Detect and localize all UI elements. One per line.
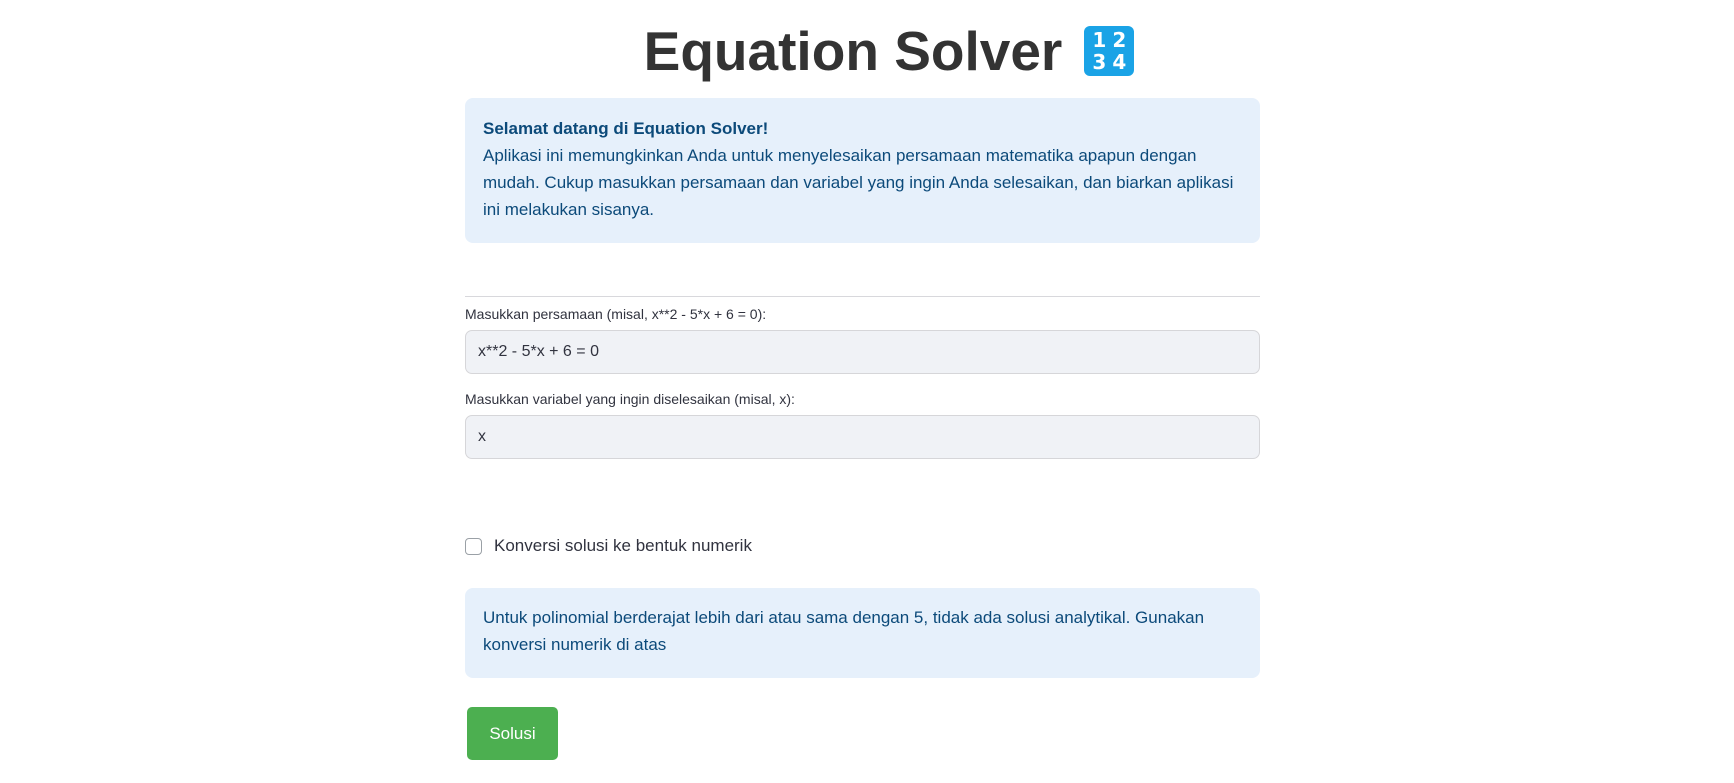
- variable-label: Masukkan variabel yang ingin diselesaika…: [465, 391, 795, 407]
- emoji-digit: 2: [1112, 28, 1127, 52]
- keycap-1234-icon: 1 2 3 4: [1084, 26, 1135, 76]
- numeric-checkbox-row[interactable]: Konversi solusi ke bentuk numerik: [465, 536, 752, 556]
- welcome-heading: Selamat datang di Equation Solver!: [483, 119, 769, 138]
- main-container: Selamat datang di Equation Solver! Aplik…: [465, 98, 1260, 760]
- welcome-body: Aplikasi ini memungkinkan Anda untuk men…: [483, 146, 1234, 219]
- polynomial-note-box: Untuk polinomial berderajat lebih dari a…: [465, 588, 1260, 678]
- numeric-checkbox[interactable]: [465, 537, 482, 555]
- equation-input[interactable]: [465, 330, 1260, 374]
- page-title: Equation Solver: [643, 20, 1063, 82]
- divider: [465, 296, 1260, 297]
- title-row: Equation Solver 1 2 3 4: [0, 20, 1734, 82]
- numeric-checkbox-label[interactable]: Konversi solusi ke bentuk numerik: [494, 536, 752, 556]
- solve-button[interactable]: Solusi: [467, 707, 558, 760]
- welcome-info-box: Selamat datang di Equation Solver! Aplik…: [465, 98, 1260, 243]
- emoji-digit: 4: [1112, 50, 1127, 74]
- emoji-digit: 3: [1092, 50, 1107, 74]
- equation-label: Masukkan persamaan (misal, x**2 - 5*x + …: [465, 306, 767, 322]
- emoji-digit: 1: [1092, 28, 1107, 52]
- polynomial-note-text: Untuk polinomial berderajat lebih dari a…: [483, 608, 1205, 654]
- variable-input[interactable]: [465, 415, 1260, 459]
- page: Equation Solver 1 2 3 4 Selamat datang d…: [0, 0, 1734, 783]
